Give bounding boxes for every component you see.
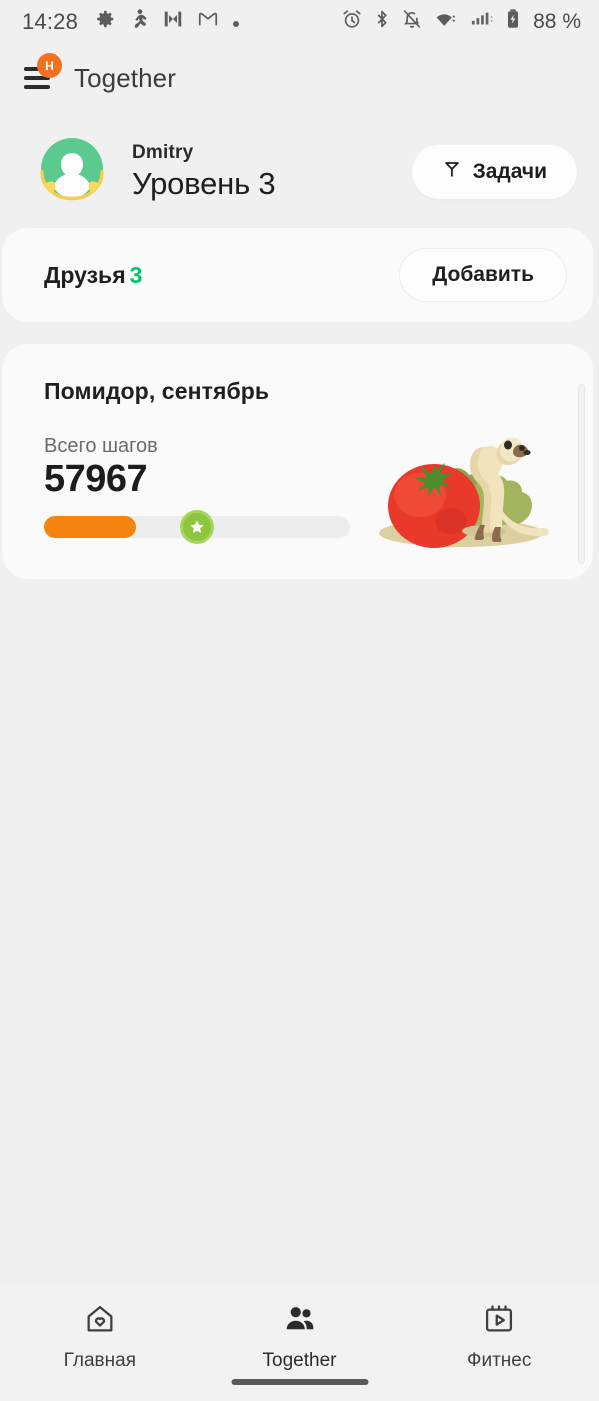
flag-icon — [442, 158, 462, 186]
challenge-body: Всего шагов 57967 — [44, 405, 567, 553]
hamburger-menu-icon[interactable]: H — [22, 53, 62, 95]
challenge-title: Помидор, сентябрь — [44, 378, 270, 404]
friends-label: Друзья 3 — [44, 262, 399, 289]
wifi-icon — [433, 8, 459, 36]
friends-label-text: Друзья — [44, 261, 126, 288]
status-notification-icons — [94, 8, 341, 36]
tasks-button-label: Задачи — [472, 160, 547, 183]
nav-label-home: Главная — [63, 1350, 136, 1371]
person-activity-icon — [129, 8, 149, 36]
friends-card: Друзья 3 Добавить — [2, 228, 593, 322]
bowtie-app-icon — [162, 8, 184, 36]
people-icon — [283, 1302, 317, 1341]
progress-fill — [44, 515, 136, 538]
alarm-clock-icon — [341, 8, 363, 36]
gmail-icon — [197, 8, 219, 36]
tomato-meerkat-illustration — [354, 405, 567, 553]
status-time: 14:28 — [22, 9, 79, 34]
friends-count: 3 — [129, 261, 143, 288]
challenge-stats: Всего шагов 57967 — [44, 405, 354, 544]
cellular-signal-icon — [469, 8, 495, 36]
add-friend-button[interactable]: Добавить — [399, 248, 567, 302]
calendar-play-icon — [482, 1302, 516, 1341]
status-system-icons: 88 % — [341, 8, 581, 36]
steps-value: 57967 — [44, 458, 148, 500]
profile-text-block: Dmitry Уровень 3 — [132, 142, 412, 202]
avatar-laurel-icon[interactable] — [34, 134, 110, 210]
star-badge-icon — [180, 509, 214, 544]
profile-level: Уровень 3 — [132, 166, 276, 201]
app-bar: H Together — [0, 44, 599, 112]
progress-bar[interactable] — [44, 509, 350, 544]
battery-percentage: 88 % — [533, 10, 581, 33]
bluetooth-icon — [373, 8, 391, 36]
battery-icon — [505, 8, 521, 36]
status-bar: 14:28 88 % — [0, 0, 599, 44]
settings-gear-icon — [94, 8, 116, 36]
home-indicator[interactable] — [231, 1379, 368, 1385]
menu-notification-badge: H — [37, 53, 62, 78]
menu-line-bottom — [24, 85, 50, 89]
steps-label: Всего шагов — [44, 435, 158, 457]
card-scrollbar[interactable] — [578, 384, 585, 564]
challenge-card[interactable]: Помидор, сентябрь Всего шагов 57967 — [2, 344, 593, 579]
notifications-muted-icon — [401, 8, 423, 36]
more-dot-icon — [232, 10, 240, 34]
tasks-button[interactable]: Задачи — [411, 145, 577, 199]
nav-label-together: Together — [262, 1350, 337, 1371]
nav-label-fitness: Фитнес — [467, 1350, 532, 1371]
home-heart-icon — [83, 1302, 117, 1341]
nav-item-together[interactable]: Together — [200, 1302, 400, 1372]
nav-item-home[interactable]: Главная — [0, 1302, 200, 1372]
bottom-navigation: Главная Together Фитнес — [0, 1286, 599, 1401]
app-title: Together — [74, 62, 176, 93]
profile-name: Dmitry — [132, 142, 194, 163]
nav-item-fitness[interactable]: Фитнес — [399, 1302, 599, 1372]
profile-row: Dmitry Уровень 3 Задачи — [0, 112, 599, 228]
